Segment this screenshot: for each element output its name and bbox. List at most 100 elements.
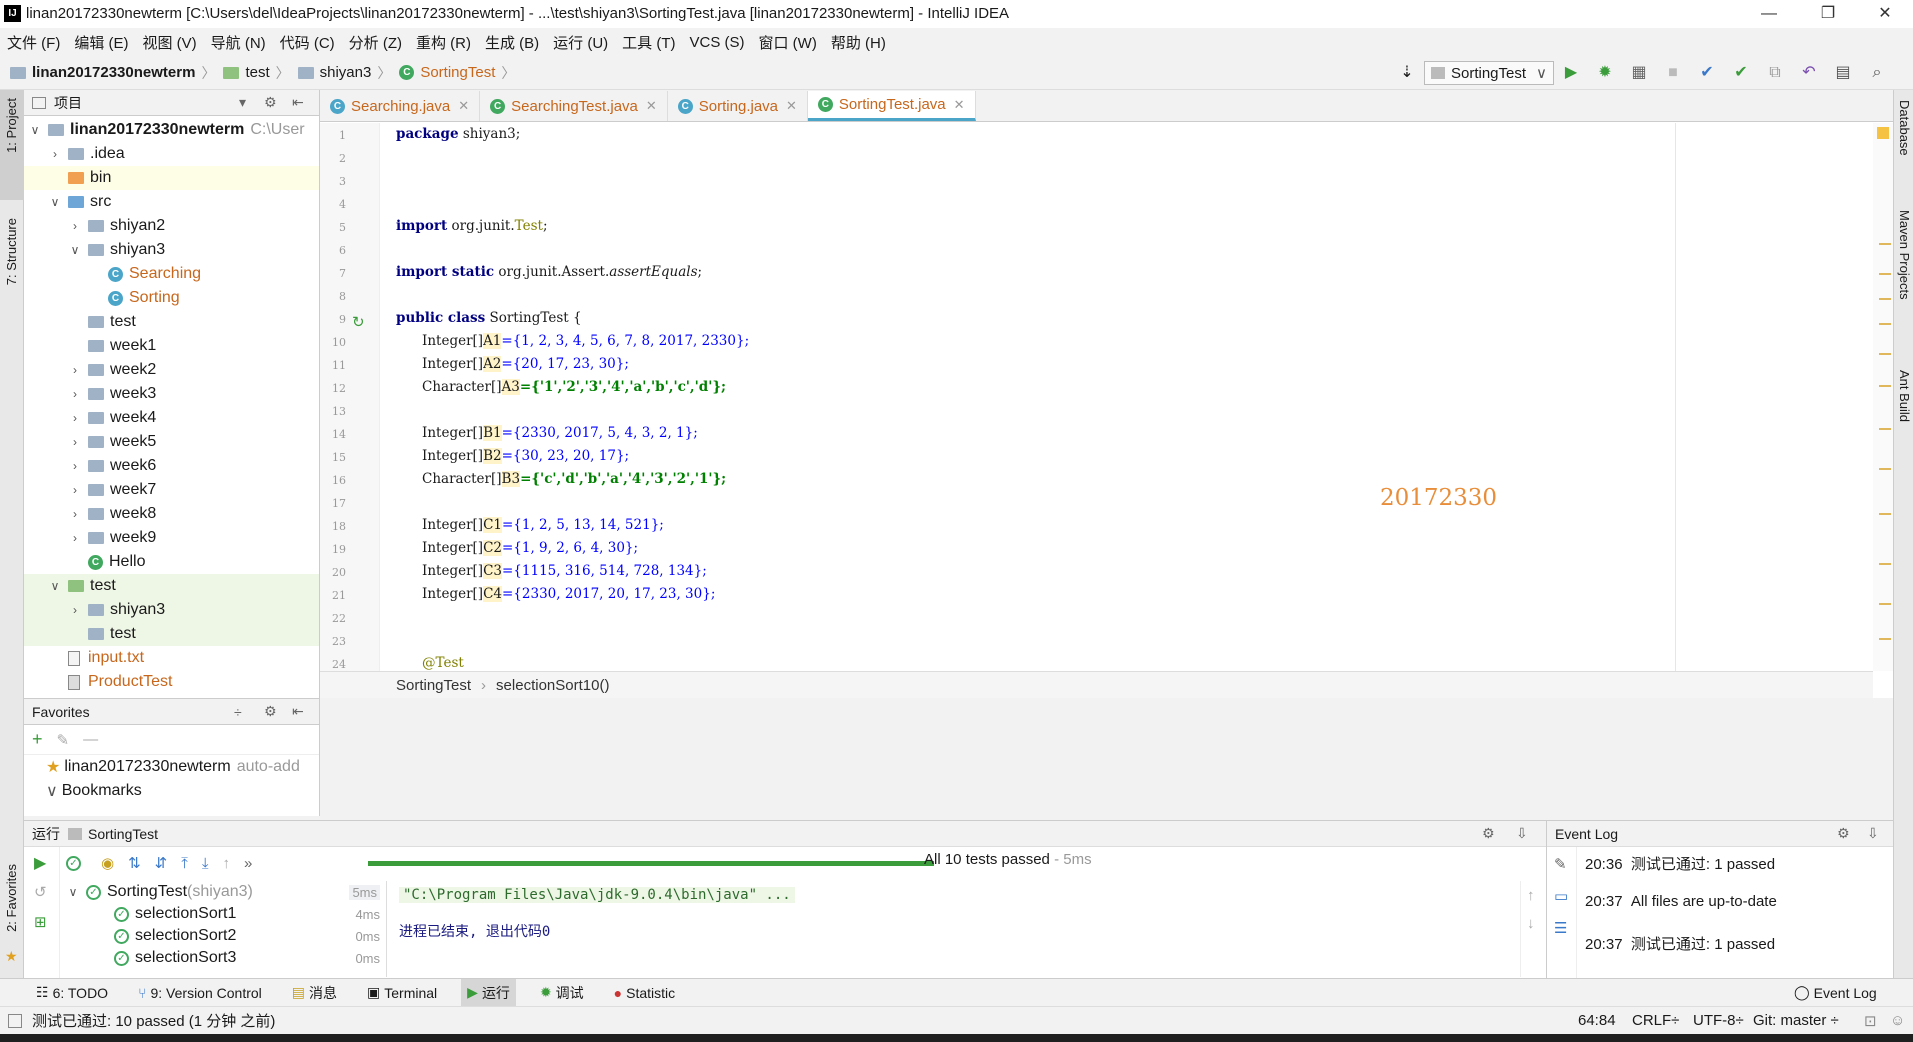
file-encoding[interactable]: UTF-8÷: [1693, 1012, 1744, 1029]
git-branch[interactable]: Git: master ÷: [1753, 1012, 1839, 1029]
build-icon[interactable]: ⇣: [1396, 62, 1418, 84]
rerun-icon[interactable]: ▶: [34, 853, 46, 873]
menu-vcs[interactable]: VCS (S): [690, 34, 745, 51]
message-icon[interactable]: ▭: [1554, 887, 1568, 905]
show-passed-icon[interactable]: ✓: [66, 855, 81, 871]
tab-version-control[interactable]: ⑂ 9: Version Control: [132, 979, 268, 1007]
tree-item-week5[interactable]: › week5: [24, 430, 319, 454]
tree-item-test-shiyan3[interactable]: › shiyan3: [24, 598, 319, 622]
sort-alpha-icon[interactable]: ⇅: [128, 854, 141, 872]
collapse-all-icon[interactable]: ⤓: [202, 855, 209, 872]
favorites-tool-tab[interactable]: 2: Favorites ★: [0, 860, 24, 970]
collapse-icon[interactable]: ÷: [234, 704, 242, 720]
tree-item-producttest[interactable]: ProductTest: [24, 670, 319, 694]
test-row[interactable]: ✓ selectionSort3 0ms: [60, 947, 380, 969]
tree-item-test-root[interactable]: ∨ test: [24, 574, 319, 598]
breadcrumb-method[interactable]: selectionSort10(): [496, 677, 609, 694]
tree-item-week6[interactable]: › week6: [24, 454, 319, 478]
tree-item-root[interactable]: ∨ linan20172330newterm C:\User: [24, 118, 319, 142]
rerun-failed-icon[interactable]: ↺: [34, 883, 47, 901]
menu-navigate[interactable]: 导航 (N): [211, 32, 266, 53]
add-icon[interactable]: +: [32, 729, 43, 750]
filter-icon[interactable]: ☰: [1554, 919, 1567, 937]
run-icon[interactable]: ▶: [1560, 62, 1582, 84]
minimize-panel-icon[interactable]: ⇩: [1867, 825, 1879, 842]
lock-icon[interactable]: ⊡: [1864, 1012, 1877, 1030]
tree-item-week7[interactable]: › week7: [24, 478, 319, 502]
debug-icon[interactable]: ✹: [1594, 62, 1616, 84]
tree-item-week2[interactable]: › week2: [24, 358, 319, 382]
minimize-button[interactable]: —: [1741, 0, 1797, 28]
minimize-panel-icon[interactable]: ⇩: [1516, 825, 1528, 842]
menu-tools[interactable]: 工具 (T): [622, 32, 675, 53]
tree-item-hello[interactable]: C Hello: [24, 550, 319, 574]
menu-analyze[interactable]: 分析 (Z): [349, 32, 402, 53]
tree-item-week8[interactable]: › week8: [24, 502, 319, 526]
menu-help[interactable]: 帮助 (H): [831, 32, 886, 53]
tab-messages[interactable]: ▤ 消息: [286, 979, 343, 1007]
code-area[interactable]: package shiyan3; import org.junit.Test; …: [382, 123, 1382, 671]
compare-icon[interactable]: ⧉: [1764, 62, 1786, 84]
revert-icon[interactable]: ↶: [1798, 62, 1820, 84]
menu-file[interactable]: 文件 (F): [7, 32, 60, 53]
structure-tool-tab[interactable]: 7: Structure: [0, 210, 24, 350]
inspector-icon[interactable]: ☺: [1890, 1012, 1905, 1029]
tab-searching-java[interactable]: C Searching.java ✕: [320, 91, 481, 121]
test-row[interactable]: ✓ selectionSort1 4ms: [60, 903, 380, 925]
tab-debug[interactable]: ✹ 调试: [534, 979, 590, 1007]
close-window-button[interactable]: ✕: [1857, 0, 1913, 28]
caret-position[interactable]: 64:84: [1578, 1012, 1616, 1029]
chevron-down-icon[interactable]: ▾: [239, 94, 246, 111]
remove-icon[interactable]: —: [83, 731, 98, 748]
run-test-gutter-icon[interactable]: ↻: [352, 313, 365, 331]
tab-terminal[interactable]: ▣ Terminal: [361, 979, 443, 1007]
database-tool-tab[interactable]: Database: [1894, 100, 1913, 180]
down-arrow-icon[interactable]: ↓: [1527, 915, 1535, 932]
breadcrumb-shiyan3[interactable]: shiyan3 〉: [297, 63, 391, 83]
search-icon[interactable]: ⌕: [1866, 62, 1888, 84]
sort-duration-icon[interactable]: ⇵: [155, 854, 168, 872]
hide-icon[interactable]: ⇤: [292, 703, 304, 720]
edit-icon[interactable]: ✎: [57, 731, 70, 749]
more-icon[interactable]: »: [244, 855, 252, 872]
gear-icon[interactable]: ⚙: [1837, 825, 1850, 842]
vcs-update-icon[interactable]: ✔: [1696, 62, 1718, 84]
close-icon[interactable]: ✕: [458, 98, 469, 114]
stop-icon[interactable]: ■: [1662, 62, 1684, 84]
show-ignored-icon[interactable]: ◉: [101, 854, 114, 872]
tree-item-input-txt[interactable]: input.txt: [24, 646, 319, 670]
ant-tool-tab[interactable]: Ant Build: [1894, 370, 1913, 460]
maven-tool-tab[interactable]: Maven Projects: [1894, 210, 1913, 340]
tree-item-sorting[interactable]: C Sorting: [24, 286, 319, 310]
toggle-tool-windows-icon[interactable]: [8, 1013, 22, 1028]
breadcrumb-test[interactable]: test 〉: [223, 63, 290, 83]
menu-refactor[interactable]: 重构 (R): [416, 32, 471, 53]
event-log-button[interactable]: ◯ Event Log: [1788, 979, 1883, 1007]
gear-icon[interactable]: ⚙: [264, 703, 277, 720]
coverage-icon[interactable]: ▦: [1628, 62, 1650, 84]
up-arrow-icon[interactable]: ↑: [1527, 887, 1535, 904]
breadcrumb-sortingtest[interactable]: C SortingTest 〉: [399, 63, 515, 83]
tree-item-week3[interactable]: › week3: [24, 382, 319, 406]
tree-item-searching[interactable]: C Searching: [24, 262, 319, 286]
console-output[interactable]: "C:\Program Files\Java\jdk-9.0.4\bin\jav…: [386, 881, 1526, 977]
menu-edit[interactable]: 编辑 (E): [74, 32, 128, 53]
tab-statistic[interactable]: ● Statistic: [608, 979, 681, 1007]
run-config-dropdown[interactable]: SortingTest ∨: [1424, 61, 1554, 85]
tree-item-src[interactable]: ∨ src: [24, 190, 319, 214]
tree-item-shiyan3[interactable]: ∨ shiyan3: [24, 238, 319, 262]
tab-sortingtest-java[interactable]: C SortingTest.java ✕: [807, 91, 976, 121]
tree-item-week9[interactable]: › week9: [24, 526, 319, 550]
gear-icon[interactable]: ⚙: [264, 94, 277, 111]
project-tool-tab[interactable]: 1: Project: [0, 90, 24, 200]
tab-searchingtest-java[interactable]: C SearchingTest.java ✕: [480, 91, 668, 121]
favorites-item-bookmarks[interactable]: ∨ Bookmarks: [24, 779, 319, 803]
error-stripe[interactable]: [1873, 123, 1893, 671]
tree-item-idea[interactable]: › .idea: [24, 142, 319, 166]
close-icon[interactable]: ✕: [786, 98, 797, 114]
tree-item-test[interactable]: test: [24, 310, 319, 334]
gear-icon[interactable]: ⚙: [1482, 825, 1495, 842]
tab-todo[interactable]: ☷ 6: TODO: [30, 979, 114, 1007]
tree-item-test-test[interactable]: test: [24, 622, 319, 646]
toggle-autotest-icon[interactable]: ⊞: [34, 913, 47, 931]
